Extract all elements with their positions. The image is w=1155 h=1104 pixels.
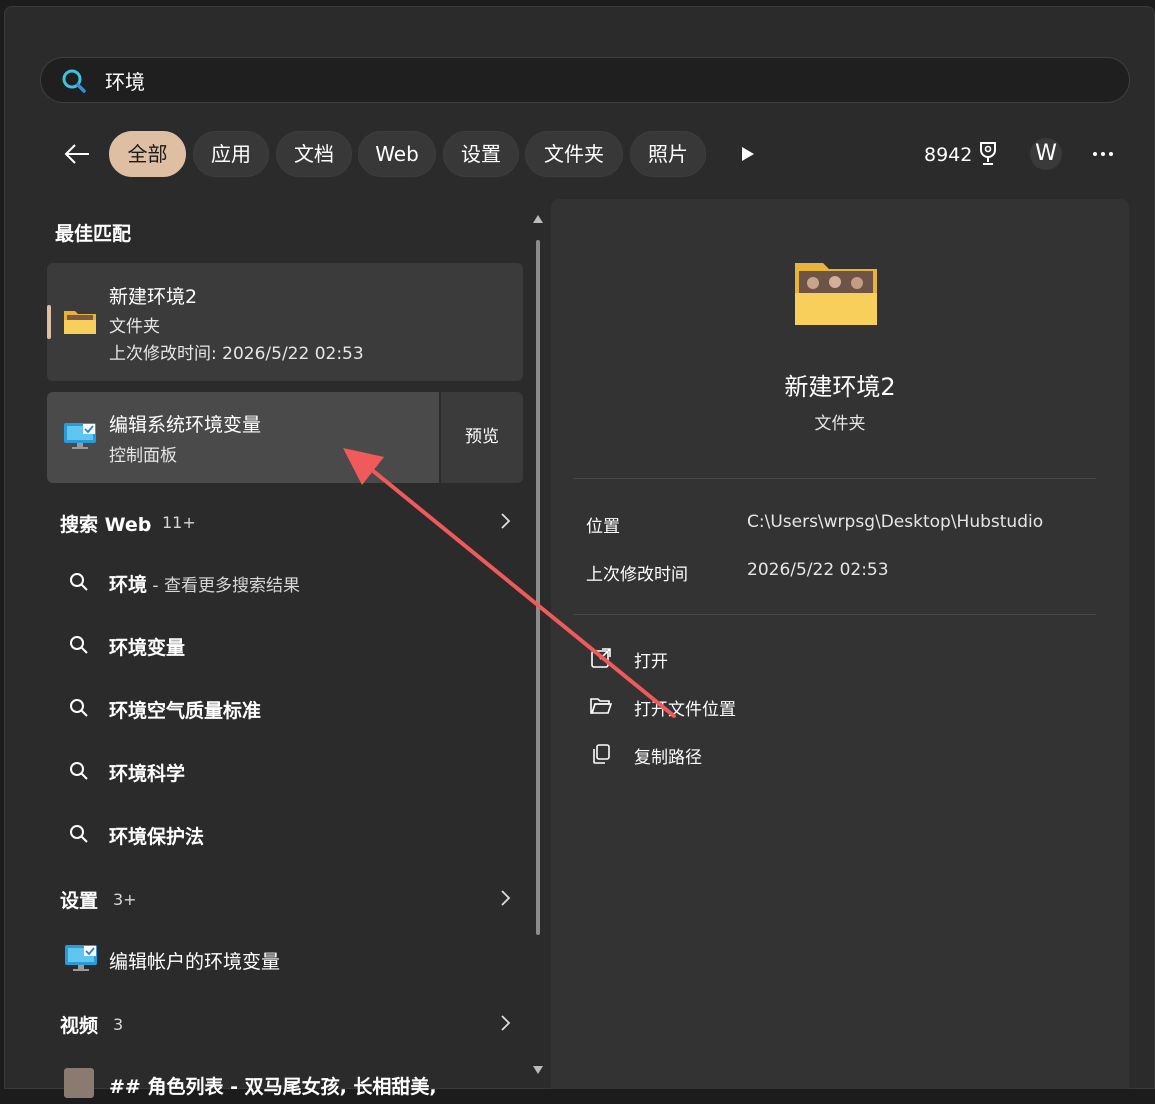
result-edit-system-env[interactable]: 编辑系统环境变量 控制面板 xyxy=(47,392,439,483)
detail-title: 新建环境2 xyxy=(784,373,896,401)
chevron-right-icon[interactable] xyxy=(498,887,514,909)
chevron-right-icon[interactable] xyxy=(498,510,514,532)
best-match-modified: 上次修改时间: 2026/5/22 02:53 xyxy=(109,344,364,364)
more-options-icon[interactable] xyxy=(1090,140,1116,168)
best-match-title: 新建环境2 xyxy=(109,286,198,308)
open-external-icon xyxy=(591,648,611,668)
filter-web[interactable]: Web xyxy=(358,131,436,177)
settings-result-label: 编辑帐户的环境变量 xyxy=(109,951,281,973)
folder-large-icon xyxy=(795,263,877,325)
suggestion-label: 环境 - 查看更多搜索结果 xyxy=(109,574,300,596)
filter-folders[interactable]: 文件夹 xyxy=(525,131,623,177)
video-result-item[interactable]: ## 角色列表 - 双马尾女孩, 长相甜美, xyxy=(60,1064,520,1104)
control-panel-monitor-icon xyxy=(64,423,96,449)
action-open-location-label: 打开文件位置 xyxy=(634,700,736,720)
suggestion-label: 环境空气质量标准 xyxy=(109,700,262,722)
web-suggestion[interactable]: 环境保护法 xyxy=(60,814,520,854)
search-icon xyxy=(70,573,88,591)
scroll-up-icon[interactable] xyxy=(532,214,544,224)
location-value: C:\Users\wrpsg\Desktop\Hubstudio xyxy=(747,512,1044,532)
folder-icon xyxy=(64,311,96,334)
suggestion-hint: - 查看更多搜索结果 xyxy=(147,576,300,596)
web-suggestion[interactable]: 环境科学 xyxy=(60,751,520,791)
suggestion-label: 环境变量 xyxy=(109,637,186,659)
chevron-right-icon[interactable] xyxy=(498,1012,514,1034)
location-label: 位置 xyxy=(586,517,620,537)
video-thumbnail xyxy=(64,1068,94,1098)
web-section-heading[interactable]: 搜索 Web xyxy=(60,510,151,537)
filter-settings[interactable]: 设置 xyxy=(443,131,519,177)
search-box[interactable] xyxy=(40,57,1130,103)
search-icon xyxy=(70,699,88,717)
video-section-heading[interactable]: 视频 xyxy=(60,1011,98,1038)
filter-all[interactable]: 全部 xyxy=(109,131,186,177)
divider xyxy=(574,478,1096,479)
modified-value: 2026/5/22 02:53 xyxy=(747,560,889,580)
result-title: 编辑系统环境变量 xyxy=(109,414,262,436)
web-suggestion[interactable]: 环境 - 查看更多搜索结果 xyxy=(60,562,520,602)
selection-indicator xyxy=(47,305,51,339)
filter-apps[interactable]: 应用 xyxy=(193,131,269,177)
detail-type: 文件夹 xyxy=(814,414,866,434)
action-copy-path-label: 复制路径 xyxy=(634,748,702,768)
suggestion-label: 环境科学 xyxy=(109,763,186,785)
back-arrow-icon[interactable] xyxy=(62,140,92,168)
search-input[interactable] xyxy=(105,66,1105,94)
action-open-label: 打开 xyxy=(634,652,668,672)
detail-pane: 新建环境2 文件夹 位置 C:\Users\wrpsg\Desktop\Hubs… xyxy=(551,199,1129,1089)
control-panel-monitor-icon xyxy=(65,945,97,971)
user-avatar[interactable]: W xyxy=(1030,138,1062,170)
filter-documents[interactable]: 文档 xyxy=(276,131,352,177)
scrollbar-thumb[interactable] xyxy=(536,240,540,935)
divider xyxy=(574,614,1096,615)
web-section-count: 11+ xyxy=(162,513,196,532)
best-match-item[interactable]: 新建环境2 文件夹 上次修改时间: 2026/5/22 02:53 xyxy=(47,263,523,381)
best-match-type: 文件夹 xyxy=(109,317,160,337)
suggestion-label: 环境保护法 xyxy=(109,826,205,848)
action-open[interactable]: 打开 xyxy=(589,643,989,673)
search-icon xyxy=(70,825,88,843)
action-open-location[interactable]: 打开文件位置 xyxy=(589,691,989,721)
action-copy-path[interactable]: 复制路径 xyxy=(589,739,989,769)
modified-label: 上次修改时间 xyxy=(586,565,688,585)
search-icon xyxy=(62,69,86,93)
preview-button[interactable]: 预览 xyxy=(441,392,523,483)
video-result-label: ## 角色列表 - 双马尾女孩, 长相甜美, xyxy=(109,1076,437,1098)
scroll-down-icon[interactable] xyxy=(532,1065,544,1075)
search-icon xyxy=(70,636,88,654)
settings-section-heading[interactable]: 设置 xyxy=(60,886,98,913)
result-subtitle: 控制面板 xyxy=(109,446,177,466)
rewards-points[interactable]: 8942 xyxy=(924,144,972,166)
copy-icon xyxy=(593,744,610,764)
settings-section-count: 3+ xyxy=(113,890,137,909)
more-filters-play-icon[interactable] xyxy=(739,144,757,164)
filter-photos[interactable]: 照片 xyxy=(630,131,706,177)
web-suggestion[interactable]: 环境空气质量标准 xyxy=(60,688,520,728)
settings-result-item[interactable]: 编辑帐户的环境变量 xyxy=(60,939,520,979)
web-suggestion[interactable]: 环境变量 xyxy=(60,625,520,665)
video-section-count: 3 xyxy=(113,1015,124,1034)
folder-open-icon xyxy=(590,698,613,714)
best-match-heading: 最佳匹配 xyxy=(55,223,132,245)
search-icon xyxy=(70,762,88,780)
rewards-trophy-icon[interactable] xyxy=(975,140,1001,168)
